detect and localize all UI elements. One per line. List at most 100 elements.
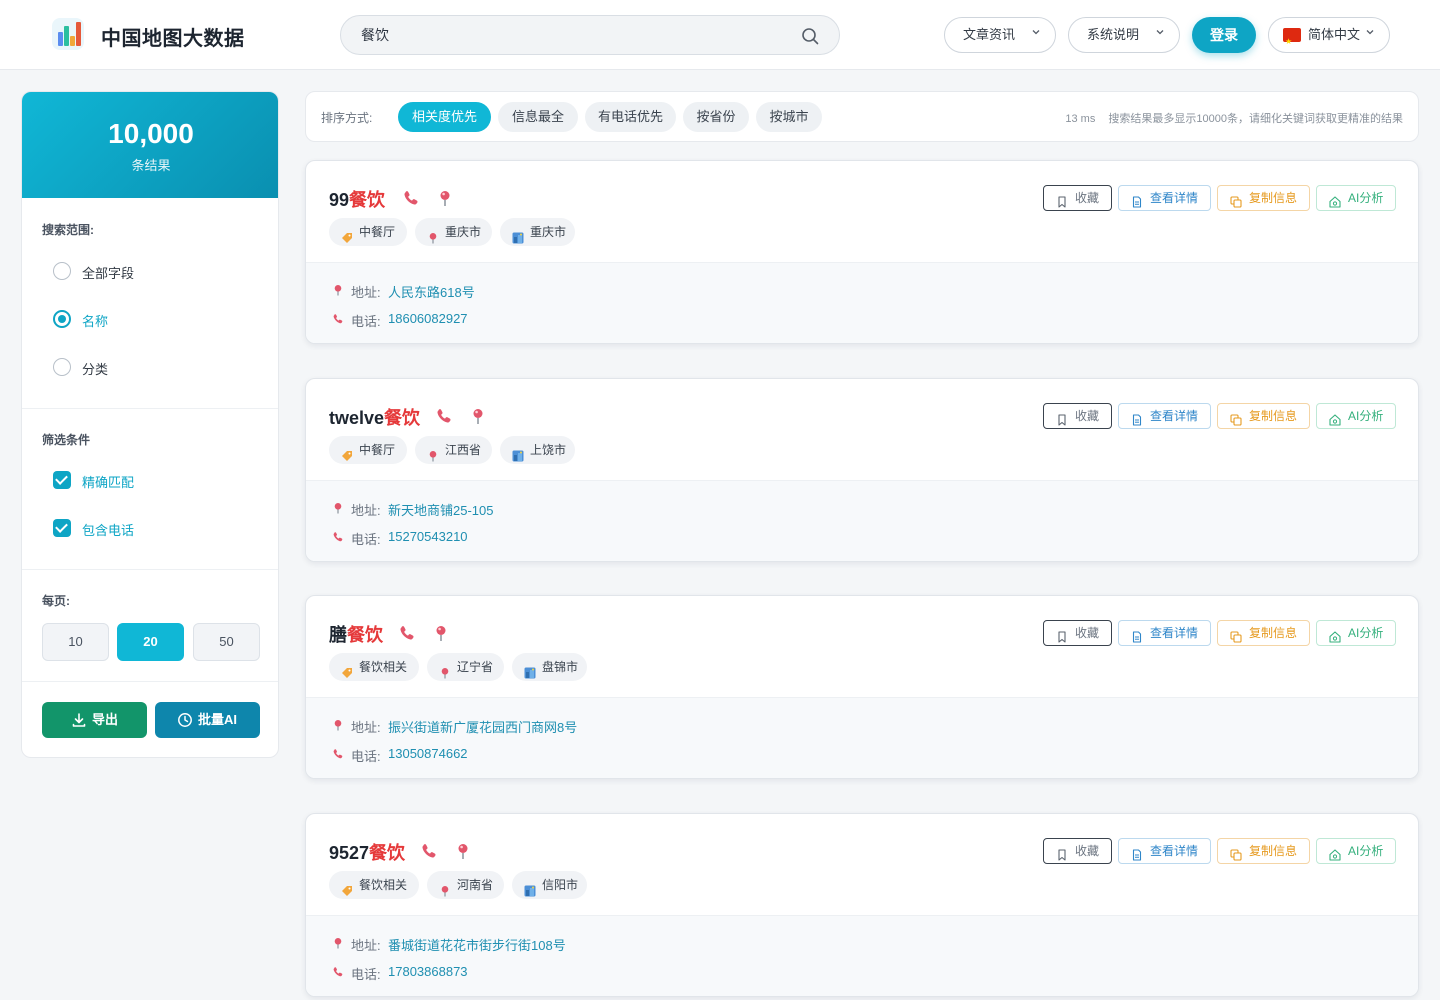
result-title[interactable]: 9527餐饮 [329,839,405,865]
category-label: 餐饮相关 [359,878,408,892]
map-pin-icon [332,937,344,949]
sort-option-province[interactable]: 按省份 [683,102,749,132]
per-page-option-50[interactable]: 50 [193,623,260,661]
radio-button[interactable] [53,262,71,280]
articles-dropdown[interactable]: 文章资讯 [944,17,1056,53]
copy-icon [1230,192,1242,208]
city-chip[interactable]: 盘锦市 [512,653,587,681]
sort-option-most-info[interactable]: 信息最全 [498,102,578,132]
result-title-highlight: 餐饮 [347,625,383,645]
map-pin-icon[interactable] [469,407,487,425]
map-pin-icon [332,502,344,514]
city-label: 上饶市 [530,443,567,457]
province-chip[interactable]: 辽宁省 [427,653,504,681]
category-chip[interactable]: 餐饮相关 [329,871,419,899]
map-pin-icon [332,284,344,296]
city-chip[interactable]: 重庆市 [500,218,575,246]
favorite-button[interactable]: 收藏 [1043,620,1112,646]
map-pin-icon[interactable] [436,189,454,207]
map-pin-icon[interactable] [432,624,450,642]
phone-icon [332,748,344,760]
view-details-button[interactable]: 查看详情 [1118,620,1211,646]
favorite-button[interactable]: 收藏 [1043,185,1112,211]
view-details-button[interactable]: 查看详情 [1118,185,1211,211]
checkbox-checked[interactable] [53,471,71,489]
bookmark-icon [1056,845,1068,861]
province-chip[interactable]: 重庆市 [415,218,492,246]
phone-icon[interactable] [435,407,453,425]
province-label: 江西省 [445,443,482,457]
phone-key: 电话: [351,532,381,547]
docs-dropdown[interactable]: 系统说明 [1068,17,1180,53]
filter-sidebar: 10,000 条结果 搜索范围: 全部字段 名称 分类 筛选条件 精确匹配 包含… [21,91,279,758]
details-label: 查看详情 [1150,409,1199,423]
per-page-option-10[interactable]: 10 [42,623,109,661]
radio-button[interactable] [53,358,71,376]
copy-info-button[interactable]: 复制信息 [1217,838,1310,864]
result-title[interactable]: 膳餐饮 [329,621,383,647]
ai-analysis-button[interactable]: AI分析 [1316,838,1396,864]
category-chip[interactable]: 中餐厅 [329,436,407,464]
province-chip[interactable]: 河南省 [427,871,504,899]
sort-option-relevance[interactable]: 相关度优先 [398,102,491,132]
map-pin-icon[interactable] [454,842,472,860]
copy-info-button[interactable]: 复制信息 [1217,185,1310,211]
copy-label: 复制信息 [1249,844,1298,858]
ai-robot-icon [1329,192,1341,208]
map-pin-icon [427,444,439,462]
ai-analysis-button[interactable]: AI分析 [1316,185,1396,211]
app-title[interactable]: 中国地图大数据 [101,22,245,51]
category-label: 中餐厅 [359,225,396,239]
favorite-button[interactable]: 收藏 [1043,403,1112,429]
phone-icon[interactable] [420,842,438,860]
city-chip[interactable]: 信阳市 [512,871,587,899]
search-icon[interactable] [801,27,819,45]
phone-value[interactable]: 15270543210 [388,529,468,544]
export-button[interactable]: 导出 [42,702,147,738]
per-page-option-20[interactable]: 20 [117,623,184,661]
checkbox-checked[interactable] [53,519,71,537]
phone-value[interactable]: 13050874662 [388,746,468,761]
address-value[interactable]: 振兴街道新广厦花园西门商网8号 [388,717,577,736]
sort-option-has-phone[interactable]: 有电话优先 [585,102,676,132]
login-button[interactable]: 登录 [1192,17,1256,53]
map-pin-icon [439,661,451,679]
chart-logo-icon[interactable] [52,18,84,50]
language-dropdown[interactable]: 简体中文 [1268,17,1390,59]
document-icon [1131,410,1143,426]
result-title[interactable]: 99餐饮 [329,186,385,212]
elapsed-time: 13 ms [1065,113,1096,125]
address-value[interactable]: 新天地商铺25-105 [388,500,493,519]
category-chip[interactable]: 餐饮相关 [329,653,419,681]
phone-icon[interactable] [398,624,416,642]
clock-icon [178,713,192,727]
radio-button-selected[interactable] [53,310,71,328]
result-title[interactable]: twelve餐饮 [329,404,420,430]
ai-robot-icon [1329,410,1341,426]
phone-icon[interactable] [402,189,420,207]
ai-analysis-button[interactable]: AI分析 [1316,620,1396,646]
phone-key: 电话: [351,749,381,764]
address-value[interactable]: 人民东路618号 [388,282,475,301]
view-details-button[interactable]: 查看详情 [1118,838,1211,864]
favorite-button[interactable]: 收藏 [1043,838,1112,864]
view-details-button[interactable]: 查看详情 [1118,403,1211,429]
address-value[interactable]: 番城街道花花市街步行街108号 [388,935,566,954]
search-input[interactable] [361,25,781,45]
ai-analysis-button[interactable]: AI分析 [1316,403,1396,429]
download-icon [72,713,86,727]
divider [22,408,278,409]
copy-info-button[interactable]: 复制信息 [1217,620,1310,646]
city-label: 信阳市 [542,878,579,892]
phone-value[interactable]: 18606082927 [388,311,468,326]
tag-icon [341,661,353,678]
copy-info-button[interactable]: 复制信息 [1217,403,1310,429]
sort-option-city[interactable]: 按城市 [756,102,822,132]
phone-value[interactable]: 17803868873 [388,964,468,979]
province-chip[interactable]: 江西省 [415,436,492,464]
copy-label: 复制信息 [1249,626,1298,640]
category-chip[interactable]: 中餐厅 [329,218,407,246]
city-chip[interactable]: 上饶市 [500,436,575,464]
result-count-label: 条结果 [131,158,171,173]
batch-ai-button[interactable]: 批量AI [155,702,260,738]
